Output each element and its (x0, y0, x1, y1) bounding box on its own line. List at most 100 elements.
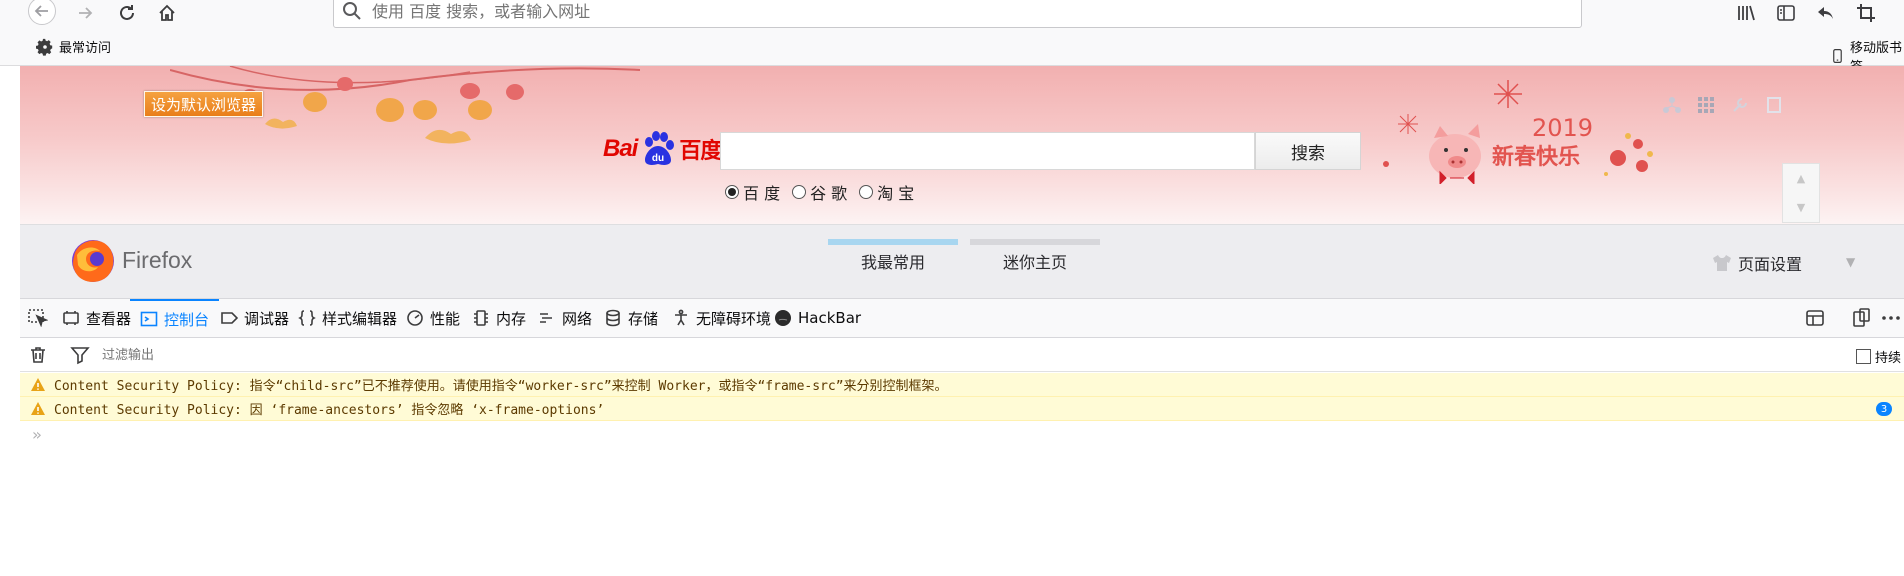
set-default-browser-button[interactable]: 设为默认浏览器 (144, 91, 264, 117)
navigation-toolbar (0, 0, 1904, 28)
undo-button[interactable] (1814, 2, 1838, 24)
tab-network-label: 网络 (562, 309, 593, 328)
baidu-banner: 设为默认浏览器 Bai du 百度 搜索 百 度 谷 歌 淘 宝 2019 新春… (20, 66, 1904, 224)
radio-circle-checked[interactable] (725, 185, 739, 199)
tab-style-editor-label: 样式编辑器 (322, 309, 398, 328)
hackbar-icon (775, 310, 791, 326)
baidu-search-button[interactable]: 搜索 (1255, 132, 1361, 170)
tab-performance[interactable]: 性能 (406, 299, 460, 337)
web-page: 设为默认浏览器 Bai du 百度 搜索 百 度 谷 歌 淘 宝 2019 新春… (20, 66, 1904, 298)
page-settings-label: 页面设置 (1738, 255, 1803, 274)
tab-debugger-label: 调试器 (244, 309, 290, 328)
network-icon[interactable] (1663, 96, 1681, 114)
baidu-search-input[interactable] (720, 132, 1255, 170)
console-warning-message[interactable]: Content Security Policy: 因 ‘frame-ancest… (20, 397, 1904, 421)
console-warning-message[interactable]: Content Security Policy: 指令“child-src”已不… (20, 373, 1904, 397)
forward-button[interactable] (70, 0, 100, 26)
tab-memory[interactable]: 内存 (472, 299, 526, 337)
baidu-paw-icon: du (645, 131, 675, 165)
reload-icon (120, 5, 134, 20)
filter-output-input[interactable] (102, 344, 602, 366)
tab-inspector[interactable]: 查看器 (62, 299, 131, 337)
tab-hackbar[interactable]: HackBar (774, 299, 861, 337)
home-button[interactable] (152, 0, 182, 26)
tab-accessibility[interactable]: 无障碍环境 (672, 299, 771, 337)
new-year-pig-illustration: 2019 新春快乐 (1383, 80, 1653, 184)
memory-chip-icon (474, 310, 488, 326)
scroll-down-icon[interactable]: ▼ (1797, 201, 1805, 214)
radio-taobao[interactable]: 淘 宝 (859, 180, 914, 204)
undo-arrow-icon (1818, 7, 1833, 19)
console-input-prompt[interactable]: » (32, 425, 42, 444)
tab-most-used-label: 我最常用 (860, 253, 925, 272)
tab-mini-home[interactable]: 迷你主页 (970, 239, 1100, 273)
tab-most-used[interactable]: 我最常用 (828, 239, 958, 273)
sidebar-button[interactable] (1774, 2, 1798, 24)
reload-button[interactable] (112, 0, 142, 26)
tab-console-label: 控制台 (164, 310, 210, 329)
most-visited-label: 最常访问 (59, 41, 112, 56)
dock-toggle-icon[interactable] (1850, 307, 1872, 329)
tab-storage[interactable]: 存储 (604, 299, 658, 337)
most-visited-bookmark[interactable]: 最常访问 (36, 37, 111, 56)
crop-icon (1857, 4, 1875, 22)
filter-icon[interactable] (70, 345, 90, 365)
page-settings-button[interactable]: 页面设置 (1712, 251, 1802, 275)
firefox-logo: Firefox (68, 235, 192, 285)
radio-label-taobao: 淘 宝 (877, 184, 915, 203)
tab-indicator (828, 239, 958, 245)
tab-storage-label: 存储 (628, 309, 659, 328)
tab-style-editor[interactable]: 样式编辑器 (298, 299, 397, 337)
window-icon[interactable] (1765, 96, 1783, 114)
developer-tools: 查看器 控制台 调试器 样式编辑器 性能 内存 网络 存储 无障碍环境 Hack… (20, 298, 1904, 576)
crop-button[interactable] (1854, 2, 1878, 24)
accessibility-icon (675, 309, 687, 326)
banner-toolbar (1663, 96, 1799, 114)
more-options-icon[interactable] (1880, 307, 1902, 329)
tab-network[interactable]: 网络 (538, 299, 592, 337)
tab-memory-label: 内存 (496, 309, 527, 328)
persist-logs-checkbox[interactable]: 持续 (1856, 347, 1901, 366)
warning-icon (31, 401, 45, 415)
element-picker-icon[interactable] (28, 309, 48, 327)
firefox-wordmark: Firefox (122, 246, 193, 273)
database-icon (606, 309, 620, 327)
tab-hackbar-label: HackBar (798, 309, 862, 327)
radio-circle[interactable] (792, 185, 807, 199)
gauge-icon (407, 310, 423, 326)
tab-debugger[interactable]: 调试器 (220, 299, 289, 337)
trash-icon[interactable] (28, 345, 48, 365)
scroll-up-icon[interactable]: ▲ (1797, 172, 1805, 185)
url-bar[interactable] (333, 0, 1582, 28)
tab-performance-label: 性能 (430, 309, 461, 328)
radio-baidu[interactable]: 百 度 (725, 180, 780, 204)
network-lines-icon (540, 313, 552, 323)
tab-indicator (970, 239, 1100, 245)
persist-label: 持续 (1875, 351, 1902, 366)
back-button[interactable] (28, 0, 56, 25)
message-text: Content Security Policy: 指令“child-src”已不… (54, 379, 948, 394)
new-year-text: 新春快乐 (1492, 144, 1580, 170)
search-engine-radio-group: 百 度 谷 歌 淘 宝 (725, 180, 926, 204)
gear-icon (36, 38, 53, 56)
radio-label-google: 谷 歌 (810, 184, 848, 203)
debugger-icon (221, 312, 238, 324)
apps-grid-icon[interactable] (1697, 96, 1715, 114)
repeat-count-badge: 3 (1876, 402, 1892, 416)
tab-inspector-label: 查看器 (86, 309, 132, 328)
radio-google[interactable]: 谷 歌 (792, 180, 847, 204)
checkbox[interactable] (1856, 349, 1871, 364)
wrench-icon[interactable] (1731, 96, 1749, 114)
search-icon (343, 2, 361, 20)
chevron-down-icon[interactable]: ▼ (1846, 255, 1855, 269)
arrow-left-icon (34, 5, 48, 17)
radio-circle[interactable] (859, 185, 874, 199)
baidu-logo-latin: Bai (603, 135, 638, 162)
tab-console[interactable]: 控制台 (130, 299, 220, 337)
library-icon (1738, 5, 1755, 21)
mobile-device-icon (1833, 49, 1842, 63)
library-button[interactable] (1734, 2, 1758, 24)
split-console-icon[interactable] (1804, 307, 1826, 329)
url-input[interactable] (372, 1, 1472, 21)
scroll-buttons: ▲ ▼ (1782, 163, 1820, 223)
